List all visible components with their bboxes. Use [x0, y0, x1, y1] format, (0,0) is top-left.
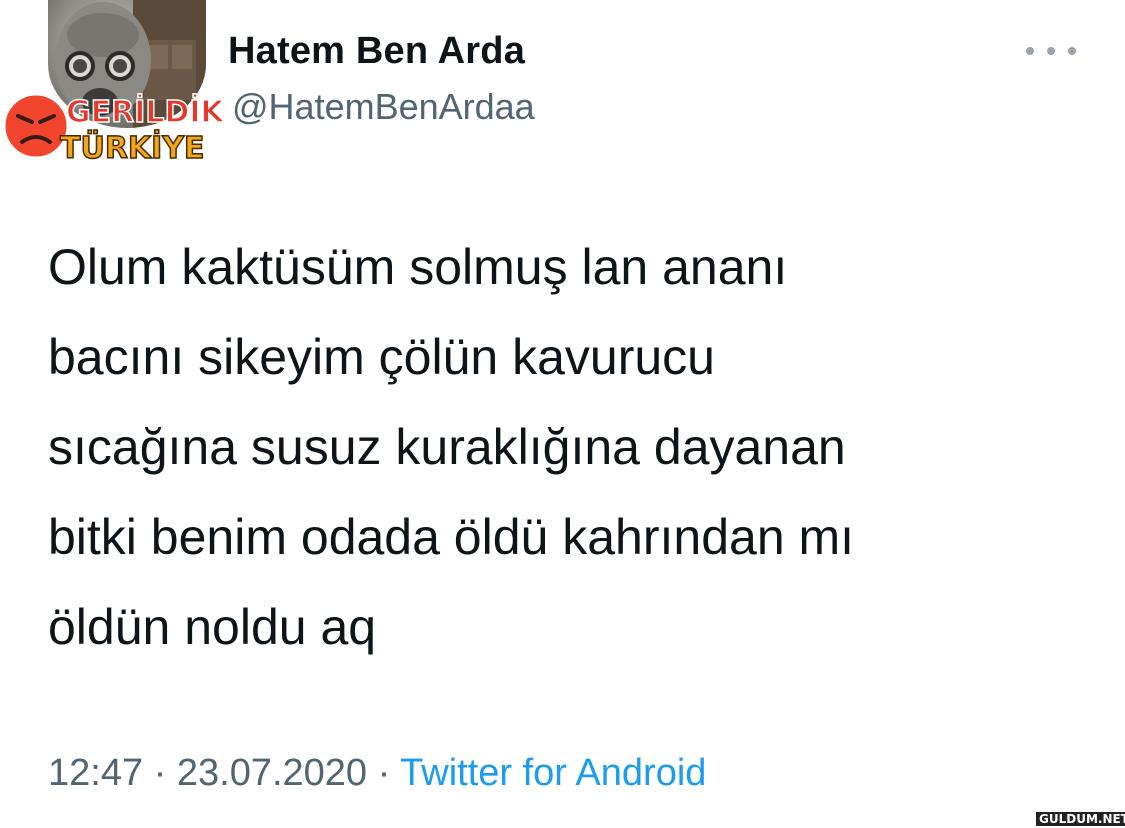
site-watermark: GULDUM.NET — [1036, 812, 1125, 826]
tweet-date[interactable]: 23.07.2020 — [177, 752, 367, 794]
tweet-text-line: öldün noldu aq — [48, 599, 377, 655]
username-handle[interactable]: @HatemBenArdaa — [232, 86, 535, 128]
display-name[interactable]: Hatem Ben Arda — [228, 30, 525, 73]
separator: · — [153, 752, 167, 794]
tweet-source-link[interactable]: Twitter for Android — [400, 752, 706, 794]
logo-line-1: GERİLDİK — [66, 94, 226, 130]
logo-line-2: TÜRKİYE — [60, 129, 205, 166]
gerildik-turkiye-logo: GERİLDİK TÜRKİYE — [0, 86, 240, 172]
tweet-text: Olum kaktüsüm solmuş lan ananı bacını si… — [48, 222, 1088, 672]
tweet-text-line: Olum kaktüsüm solmuş lan ananı — [48, 239, 788, 295]
tweet-text-line: bitki benim odada öldü kahrından mı — [48, 509, 855, 565]
more-options-button[interactable] — [1026, 36, 1076, 66]
more-horizontal-icon — [1026, 47, 1034, 55]
tweet-metadata: 12:47 · 23.07.2020 · Twitter for Android — [48, 752, 706, 795]
tweet-text-line: sıcağına susuz kuraklığına dayanan — [48, 419, 846, 475]
separator: · — [377, 752, 391, 794]
tweet-text-line: bacını sikeyim çölün kavurucu — [48, 329, 715, 385]
tweet-time[interactable]: 12:47 — [48, 752, 143, 794]
